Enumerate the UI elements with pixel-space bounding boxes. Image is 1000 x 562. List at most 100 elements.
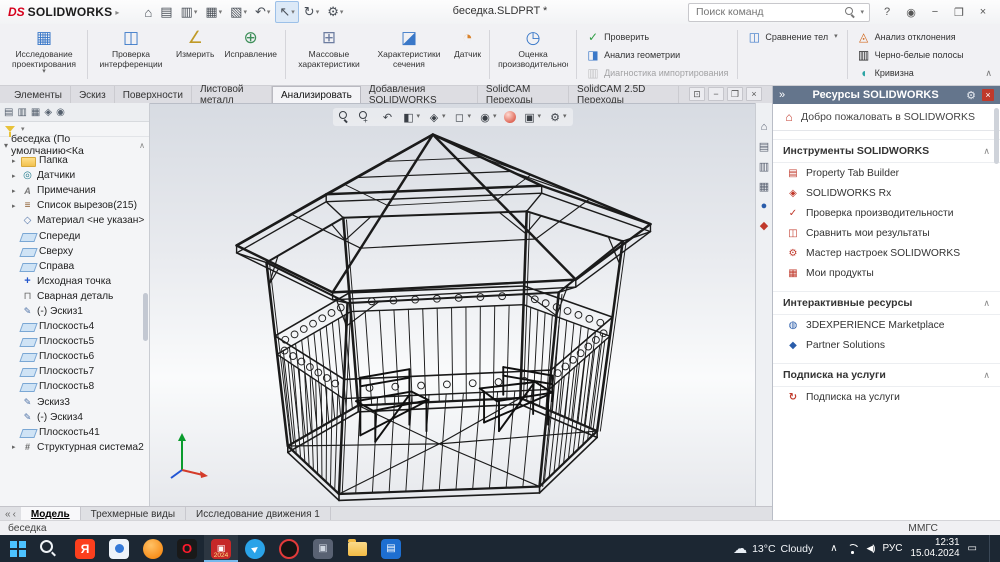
configuration-manager-tab-icon[interactable]: ▦ [31, 107, 40, 118]
opera-icon[interactable]: O [170, 535, 204, 562]
scene-icon[interactable]: ▣ ▾ [521, 109, 544, 125]
notification-center-icon[interactable]: ▭ [968, 543, 977, 554]
gray-app-icon[interactable] [306, 535, 340, 562]
ribbon-small-button[interactable]: Кривизна ▾ [853, 64, 968, 81]
display-manager-tab-icon[interactable]: ◉ [56, 107, 65, 118]
task-pane-item[interactable]: Мастер настроек SOLIDWORKS [773, 243, 1000, 263]
expand-icon[interactable]: ▸ [12, 187, 18, 195]
ribbon-button[interactable]: Характеристики сечения ▾ [369, 24, 449, 85]
units-indicator[interactable]: ММГС [908, 523, 938, 534]
solidworks-logo[interactable]: DS SOLIDWORKS ▸ [0, 5, 127, 19]
command-tab[interactable]: Эскиз [71, 86, 115, 103]
welcome-link[interactable]: Добро пожаловать в SOLIDWORKS [773, 104, 1000, 131]
model-tab[interactable]: Модель [20, 507, 81, 521]
print-icon[interactable]: ▧ ▾ [227, 2, 250, 22]
tree-item[interactable]: ▸ (-) Эскиз1 [0, 304, 149, 319]
tab-scroll-buttons[interactable]: « ‹ [0, 507, 21, 521]
filter-caret-icon[interactable]: ▾ [21, 125, 25, 133]
section-view-icon[interactable]: ◧ ▾ [399, 109, 422, 125]
prev-tab-icon[interactable]: ‹ [13, 509, 16, 520]
doc-restore-icon[interactable]: ⊡ [689, 87, 705, 101]
panel-collapse-icon[interactable]: ∧ [139, 141, 145, 150]
ribbon-small-button[interactable]: Черно-белые полосы ▾ [853, 46, 968, 63]
model-tab[interactable]: Трехмерные виды [81, 507, 187, 521]
view-settings-icon[interactable]: ⚙ ▾ [546, 109, 569, 125]
command-tab[interactable]: Поверхности [115, 86, 192, 103]
command-tab[interactable]: Добавления SOLIDWORKS [361, 84, 478, 106]
ribbon-small-button[interactable]: Анализ отклонения ▾ [853, 28, 968, 45]
task-pane-item[interactable]: SOLIDWORKS Rx [773, 183, 1000, 203]
new-document-icon[interactable]: ▤▾ [157, 2, 175, 22]
task-pane-item[interactable]: Property Tab Builder [773, 163, 1000, 183]
search-button[interactable] [34, 535, 68, 562]
minimize-icon[interactable]: − [924, 3, 946, 21]
task-pane-item[interactable]: Partner Solutions [773, 335, 1000, 355]
first-tab-icon[interactable]: « [5, 509, 11, 520]
task-pane-item[interactable]: Мои продукты [773, 263, 1000, 283]
help-icon[interactable]: ? [876, 3, 898, 21]
tree-item[interactable]: ▸ Спереди [0, 228, 149, 243]
section-header[interactable]: Инструменты SOLIDWORKS ∧ [773, 140, 1000, 163]
graphics-area[interactable]: ▾ ▾ ↶ ▾ ◧ ▾ ◈ ▾ [150, 103, 755, 506]
zoom-area-icon[interactable]: ▾ [357, 109, 375, 125]
expand-icon[interactable]: ▾ [4, 141, 8, 150]
property-manager-tab-icon[interactable]: ▥ [17, 107, 26, 118]
task-pane-item[interactable]: 3DEXPERIENCE Marketplace [773, 315, 1000, 335]
tree-item[interactable]: ▸ Датчики [0, 168, 149, 183]
display-style-icon[interactable]: ◻ ▾ [450, 109, 473, 125]
tree-item[interactable]: ▸ Плоскость5 [0, 334, 149, 349]
home-icon[interactable]: ⌂▾ [141, 2, 155, 22]
close-pane-icon[interactable]: × [982, 89, 994, 101]
tree-scrollbar[interactable] [143, 293, 148, 341]
weather-widget[interactable]: ☁ 13°C Cloudy [725, 540, 821, 557]
ribbon-button[interactable]: Исправление ▾ [219, 24, 282, 85]
ribbon-button[interactable]: Оценка производительности ▾ [493, 24, 573, 85]
tree-item[interactable]: ▸ Плоскость41 [0, 425, 149, 440]
expand-pane-icon[interactable]: » [779, 89, 785, 101]
tree-item[interactable]: ▸ Справа [0, 259, 149, 274]
annotations-visibility-icon[interactable]: ◈ ▾ [425, 109, 448, 125]
chevron-up-icon[interactable]: ∧ [983, 298, 990, 309]
search-icon[interactable] [845, 6, 856, 18]
search-input[interactable] [694, 5, 842, 19]
ribbon-button[interactable]: Измерить ▾ [171, 24, 219, 85]
task-pane-scrollbar[interactable] [994, 108, 999, 164]
hide-show-items-icon[interactable]: ◉ ▾ [476, 109, 499, 125]
expand-icon[interactable]: ▸ [12, 157, 18, 165]
select-icon[interactable]: ↖ ▾ [275, 1, 299, 23]
mail-app-icon[interactable] [102, 535, 136, 562]
doc-close-icon[interactable]: × [746, 87, 762, 101]
tree-item[interactable]: ▸ Плоскость6 [0, 349, 149, 364]
expand-icon[interactable]: ▸ [12, 443, 18, 451]
tree-item[interactable]: ▸ Эскиз3 [0, 395, 149, 410]
tree-item[interactable]: ▸ Исходная точка [0, 274, 149, 289]
network-icon[interactable] [846, 543, 859, 554]
command-tab[interactable]: Анализировать [272, 86, 361, 103]
tree-item[interactable]: ▸ Плоскость4 [0, 319, 149, 334]
tree-item[interactable]: ▸ Примечания [0, 183, 149, 198]
close-icon[interactable]: × [972, 3, 994, 21]
command-tab[interactable]: SolidCAM Переходы [478, 84, 570, 106]
save-icon[interactable]: ▦ ▾ [202, 2, 225, 22]
section-header[interactable]: Интерактивные ресурсы ∧ [773, 292, 1000, 315]
tree-item[interactable]: ▸ Структурная система2 [0, 440, 149, 455]
volume-icon[interactable]: ◀) [867, 543, 876, 554]
zoom-fit-icon[interactable]: ▾ [336, 109, 354, 125]
blue-app-icon[interactable] [374, 535, 408, 562]
messenger-icon[interactable] [238, 535, 272, 562]
dimxpert-tab-icon[interactable]: ◈ [44, 107, 52, 118]
show-desktop-button[interactable] [989, 535, 994, 562]
tree-item[interactable]: ▸ Сверху [0, 244, 149, 259]
gear-icon[interactable]: ⚙ [966, 89, 976, 102]
file-explorer-icon[interactable] [340, 535, 374, 562]
task-pane-item[interactable]: Проверка производительности [773, 203, 1000, 223]
doc-maximize-icon[interactable]: ❐ [727, 87, 743, 101]
tree-item[interactable]: ▸ Плоскость8 [0, 379, 149, 394]
previous-view-icon[interactable]: ↶ ▾ [378, 109, 396, 125]
tree-item[interactable]: ▸ Плоскость7 [0, 364, 149, 379]
command-tab[interactable]: SolidCAM 2.5D Переходы [569, 84, 679, 106]
command-search[interactable]: ▾ [688, 2, 870, 22]
menu-expand-icon[interactable]: ▸ [115, 8, 119, 17]
custom-properties-icon[interactable]: ◆ [760, 219, 768, 232]
ribbon-button[interactable]: Датчик ▾ [449, 24, 486, 85]
